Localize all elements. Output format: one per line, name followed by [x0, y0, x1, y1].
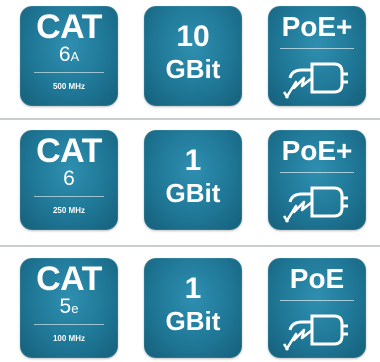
cat-divider-line [34, 72, 104, 73]
poe-label: PoE+ [281, 11, 353, 42]
spec-row-1: CAT 6A 500 MHz 10 GBit PoE+ [0, 0, 380, 108]
speed-value: 10 [176, 20, 210, 53]
cat-class-number: 5 [59, 295, 72, 318]
poe-tile: PoE+ [268, 130, 366, 230]
speed-unit: GBit [165, 306, 221, 336]
cat-class-number: 6 [58, 43, 71, 66]
cat-class-suffix: A [70, 49, 80, 64]
poe-divider-line [280, 48, 354, 49]
cat-label: CAT [36, 260, 102, 298]
poe-divider-line [280, 172, 354, 173]
cat-class: 6 [20, 168, 118, 192]
row-divider [0, 245, 380, 247]
cat-category-tile: CAT 6 250 MHz [20, 130, 118, 230]
poe-tile: PoE [268, 258, 366, 358]
cat-divider-line [34, 196, 104, 197]
speed-tile: 1 GBit [144, 130, 242, 230]
speed-value: 1 [184, 272, 202, 305]
speed-tile: 1 GBit [144, 258, 242, 358]
cat-label: CAT [36, 8, 102, 46]
cat-frequency: 250 MHz [52, 206, 85, 215]
cat-frequency: 500 MHz [52, 82, 85, 91]
poe-tile: PoE+ [268, 6, 366, 106]
cat-frequency: 100 MHz [52, 334, 85, 343]
poe-plug-lightning-icon [282, 62, 348, 99]
cat-class-suffix: e [71, 301, 79, 316]
cat-category-tile: CAT 6A 500 MHz [20, 6, 118, 106]
poe-label: PoE [289, 263, 345, 294]
cat-category-tile: CAT 5e 100 MHz [20, 258, 118, 358]
speed-tile: 10 GBit [144, 6, 242, 106]
poe-divider-line [280, 300, 354, 301]
row-divider [0, 118, 380, 120]
poe-label: PoE+ [281, 135, 353, 166]
cat-class: 6A [20, 44, 118, 68]
speed-unit: GBit [165, 54, 221, 84]
speed-value: 1 [184, 144, 202, 177]
cat-class-number: 6 [63, 167, 75, 190]
poe-plug-lightning-icon [282, 314, 348, 351]
cat-label: CAT [36, 132, 102, 170]
spec-row-2: CAT 6 250 MHz 1 GBit PoE+ [0, 126, 380, 234]
poe-plug-lightning-icon [282, 186, 348, 223]
cat-class: 5e [20, 296, 118, 320]
spec-row-3: CAT 5e 100 MHz 1 GBit PoE [0, 254, 380, 362]
speed-unit: GBit [165, 178, 221, 208]
cat-divider-line [34, 324, 104, 325]
